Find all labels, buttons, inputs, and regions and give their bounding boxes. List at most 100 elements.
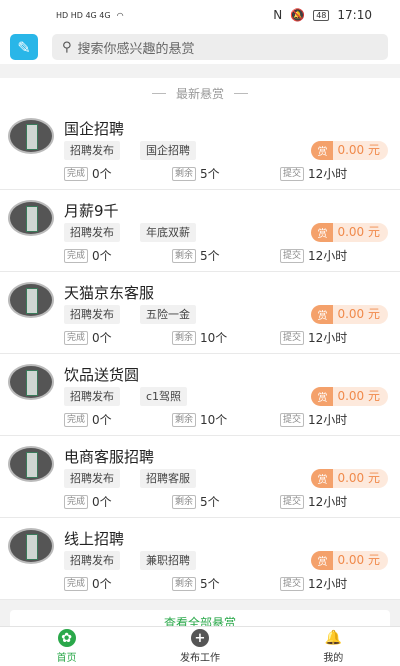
avatar <box>8 200 54 236</box>
remain-label: 剩余 <box>172 166 197 181</box>
remain-count: 5个 <box>200 577 220 591</box>
done-label: 完成 <box>64 248 89 263</box>
app-logo-icon[interactable]: ✎ <box>10 34 38 60</box>
wifi-icon: ◠ <box>116 10 124 20</box>
done-label: 完成 <box>64 576 89 591</box>
done-count: 0个 <box>92 577 112 591</box>
search-input[interactable]: ⚲ 搜索你感兴趣的悬赏 <box>52 34 388 60</box>
tag-secondary: 兼职招聘 <box>140 551 196 570</box>
search-placeholder: 搜索你感兴趣的悬赏 <box>77 41 195 57</box>
stats-row: 完成 0个 剩余 10个 提交 12小时 <box>64 411 388 428</box>
stats-row: 完成 0个 剩余 5个 提交 12小时 <box>64 247 388 264</box>
clock: 17:10 <box>337 8 372 22</box>
tab-publish-label: 发布工作 <box>179 653 220 664</box>
done-count: 0个 <box>92 495 112 509</box>
signal-text: HD HD 4G 4G <box>56 10 111 20</box>
list-item[interactable]: 线上招聘 招聘发布 兼职招聘 赏 0.00 元 完成 0个 剩余 5个 提交 12小时 <box>0 518 400 600</box>
remain-label: 剩余 <box>172 494 197 509</box>
search-icon: ⚲ <box>62 39 72 55</box>
divider <box>234 92 248 94</box>
reward-icon: 赏 <box>311 141 334 160</box>
status-bar: HD HD 4G 4G ◠ N 🔕 48 17:10 <box>0 0 400 30</box>
mute-icon: 🔕 <box>290 8 306 22</box>
submit-label: 提交 <box>280 576 305 591</box>
submit-label: 提交 <box>280 166 305 181</box>
item-title: 饮品送货圆 <box>64 366 140 384</box>
stats-row: 完成 0个 剩余 5个 提交 12小时 <box>64 493 388 510</box>
avatar <box>8 528 54 564</box>
tag-secondary: 年底双薪 <box>140 223 196 242</box>
done-label: 完成 <box>64 494 89 509</box>
battery-icon: 48 <box>313 9 330 21</box>
reward-badge: 赏 0.00 元 <box>311 551 388 570</box>
done-count: 0个 <box>92 413 112 427</box>
remain-label: 剩余 <box>172 576 197 591</box>
tag-secondary: 国企招聘 <box>140 141 196 160</box>
list-item[interactable]: 国企招聘 招聘发布 国企招聘 赏 0.00 元 完成 0个 剩余 5个 提交 12小时 <box>0 108 400 190</box>
submit-time: 12小时 <box>308 249 348 263</box>
reward-amount: 0.00 元 <box>333 141 388 160</box>
avatar <box>8 446 54 482</box>
reward-badge: 赏 0.00 元 <box>311 223 388 242</box>
submit-label: 提交 <box>280 248 305 263</box>
list-item[interactable]: 电商客服招聘 招聘发布 招聘客服 赏 0.00 元 完成 0个 剩余 5个 提交 12小… <box>0 436 400 518</box>
bell-icon: 🔔 <box>324 630 343 646</box>
reward-badge: 赏 0.00 元 <box>311 387 388 406</box>
tag-secondary: c1驾照 <box>140 387 188 406</box>
home-icon: ✿ <box>57 629 76 647</box>
avatar <box>8 118 54 154</box>
submit-time: 12小时 <box>308 331 348 345</box>
remain-label: 剩余 <box>172 330 197 345</box>
done-count: 0个 <box>92 249 112 263</box>
list-item[interactable]: 月薪9千 招聘发布 年底双薪 赏 0.00 元 完成 0个 剩余 5个 提交 12小时 <box>0 190 400 272</box>
reward-icon: 赏 <box>311 223 334 242</box>
item-title: 电商客服招聘 <box>64 448 155 466</box>
remain-count: 10个 <box>200 413 228 427</box>
submit-label: 提交 <box>280 412 305 427</box>
item-title: 天猫京东客服 <box>64 284 155 302</box>
tag-secondary: 五险一金 <box>140 305 196 324</box>
list-item[interactable]: 天猫京东客服 招聘发布 五险一金 赏 0.00 元 完成 0个 剩余 10个 提交 12… <box>0 272 400 354</box>
list-item[interactable]: 饮品送货圆 招聘发布 c1驾照 赏 0.00 元 完成 0个 剩余 10个 提交 12小… <box>0 354 400 436</box>
done-count: 0个 <box>92 331 112 345</box>
remain-count: 5个 <box>200 249 220 263</box>
tab-publish[interactable]: + 发布工作 <box>133 627 266 666</box>
done-label: 完成 <box>64 330 89 345</box>
remain-count: 5个 <box>200 495 220 509</box>
reward-list: 国企招聘 招聘发布 国企招聘 赏 0.00 元 完成 0个 剩余 5个 提交 12小时 … <box>0 108 400 600</box>
tab-home-label: 首页 <box>56 653 77 664</box>
submit-time: 12小时 <box>308 413 348 427</box>
tag-primary: 招聘发布 <box>64 305 120 324</box>
tab-mine-label: 我的 <box>323 653 344 664</box>
stats-row: 完成 0个 剩余 10个 提交 12小时 <box>64 329 388 346</box>
reward-amount: 0.00 元 <box>333 305 388 324</box>
plus-icon: + <box>190 629 209 647</box>
remain-label: 剩余 <box>172 412 197 427</box>
tag-primary: 招聘发布 <box>64 223 120 242</box>
nfc-icon: N <box>273 8 283 22</box>
status-right: N 🔕 48 17:10 <box>273 8 372 22</box>
reward-amount: 0.00 元 <box>333 469 388 488</box>
tag-primary: 招聘发布 <box>64 469 120 488</box>
submit-label: 提交 <box>280 494 305 509</box>
tag-primary: 招聘发布 <box>64 551 120 570</box>
stats-row: 完成 0个 剩余 5个 提交 12小时 <box>64 165 388 182</box>
item-title: 月薪9千 <box>64 202 119 220</box>
bottom-tab-bar: ✿ 首页 + 发布工作 🔔 我的 <box>0 626 400 666</box>
reward-badge: 赏 0.00 元 <box>311 305 388 324</box>
avatar <box>8 282 54 318</box>
stats-row: 完成 0个 剩余 5个 提交 12小时 <box>64 575 388 592</box>
tab-home[interactable]: ✿ 首页 <box>0 627 133 666</box>
submit-label: 提交 <box>280 330 305 345</box>
avatar <box>8 364 54 400</box>
submit-time: 12小时 <box>308 577 348 591</box>
item-title: 国企招聘 <box>64 120 125 138</box>
submit-time: 12小时 <box>308 495 348 509</box>
search-header: ✎ ⚲ 搜索你感兴趣的悬赏 <box>0 30 400 64</box>
section-header: 最新悬赏 <box>0 78 400 108</box>
submit-time: 12小时 <box>308 167 348 181</box>
tab-mine[interactable]: 🔔 我的 <box>267 627 400 666</box>
reward-badge: 赏 0.00 元 <box>311 469 388 488</box>
reward-icon: 赏 <box>311 305 334 324</box>
reward-badge: 赏 0.00 元 <box>311 141 388 160</box>
